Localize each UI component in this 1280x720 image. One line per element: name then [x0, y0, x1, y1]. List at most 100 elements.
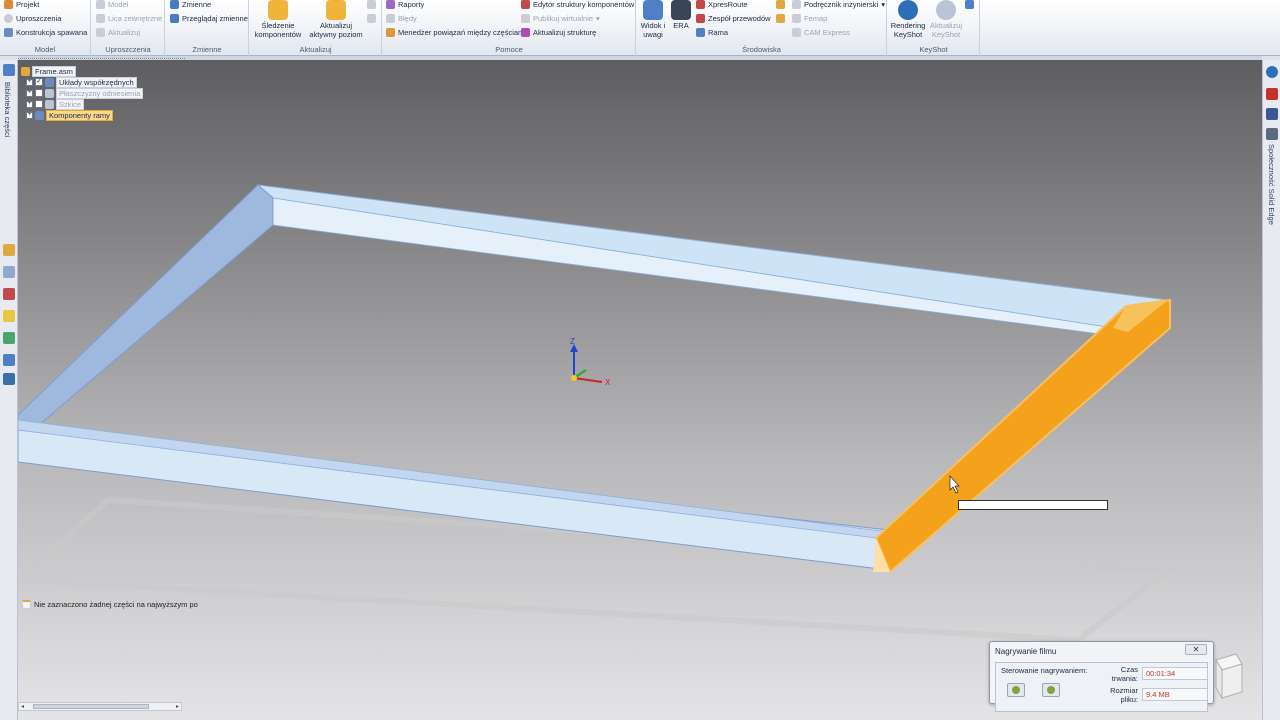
- small-tool-icon: [367, 0, 376, 9]
- tree-item-label: Szkice: [56, 98, 85, 110]
- env-small-2[interactable]: [776, 12, 785, 24]
- group-label-help: Pomoce: [495, 45, 523, 54]
- publish-virtual-button[interactable]: Publikuj wirtualnie ▾: [521, 12, 600, 24]
- movie-recording-dialog: Nagrywanie filmu ✕ Sterowanie nagrywanie…: [989, 641, 1214, 712]
- recording-title: Nagrywanie filmu: [995, 647, 1057, 656]
- keyshot-update-button[interactable]: Aktualizuj KeyShot: [926, 0, 966, 39]
- sensors-icon[interactable]: [3, 332, 15, 344]
- inter-part-manager-button[interactable]: Menedżer powiązań między częściami: [386, 26, 526, 38]
- weldment-button[interactable]: Konstrukcja spawana: [4, 26, 87, 38]
- tree-item-frame-components[interactable]: + Komponenty ramy: [26, 109, 113, 121]
- ribbon: Projekt Uproszczenia Konstrukcja spawana…: [0, 0, 1280, 56]
- harness-icon: [696, 13, 705, 23]
- tree-root[interactable]: Frame.asm: [21, 65, 76, 77]
- chevron-down-icon: ▾: [881, 0, 885, 9]
- update-small-1[interactable]: [367, 0, 376, 10]
- reports-button[interactable]: Raporty: [386, 0, 424, 10]
- tree-item-reference-planes[interactable]: + Płaszczyzny odniesienia: [26, 87, 144, 99]
- update-structure-button[interactable]: Aktualizuj strukturę: [521, 26, 596, 38]
- keyshot-render-button[interactable]: Rendering KeyShot: [888, 0, 928, 39]
- expand-icon[interactable]: +: [26, 78, 33, 86]
- group-label-variables: Zmienne: [192, 45, 222, 54]
- pathfinder-scrollbar[interactable]: ◂ ▸: [18, 702, 182, 711]
- era-button[interactable]: ERA: [669, 0, 693, 30]
- 3d-viewport[interactable]: Z X Frame.asm + ✓ Układy współrzędnych +…: [18, 60, 1262, 720]
- track-components-button[interactable]: Śledzenie komponentów: [252, 0, 304, 39]
- tree-item-label: Układy współrzędnych: [56, 76, 137, 88]
- help-icon[interactable]: [1266, 66, 1278, 78]
- frame-model[interactable]: Z X: [18, 60, 1262, 720]
- femap-button[interactable]: Femap: [792, 12, 827, 24]
- scroll-left-icon[interactable]: ◂: [21, 703, 24, 710]
- close-button[interactable]: ✕: [1185, 644, 1207, 655]
- expand-icon[interactable]: +: [26, 89, 33, 97]
- frame-member-left[interactable]: [18, 184, 274, 433]
- ribbon-group-update: Śledzenie komponentów Aktualizuj aktywny…: [250, 0, 382, 56]
- simplify-model-button[interactable]: Model: [96, 0, 128, 10]
- engineering-handbook-button[interactable]: Podręcznik inżynierski ▾: [792, 0, 885, 10]
- checkbox-checked[interactable]: ✓: [35, 78, 43, 86]
- view-markup-button[interactable]: Widok i uwagi: [639, 0, 667, 39]
- view-markup-icon: [643, 0, 663, 20]
- ribbon-group-keyshot: Rendering KeyShot Aktualizuj KeyShot Key…: [888, 0, 980, 56]
- frame-member-right-selected[interactable]: [874, 298, 1171, 574]
- checkbox[interactable]: [35, 89, 43, 97]
- ribbon-group-variables: Zmienne Przeglądaj zmienne Zmienne: [166, 0, 249, 56]
- update-active-level-button[interactable]: Aktualizuj aktywny poziom: [306, 0, 366, 39]
- triad-x-axis: [573, 377, 603, 383]
- errors-button[interactable]: Błędy: [386, 12, 417, 24]
- publish-icon: [521, 13, 530, 23]
- panel-grip[interactable]: [18, 56, 185, 59]
- view-cube-front[interactable]: [1221, 663, 1243, 699]
- inter-part-icon: [386, 27, 395, 37]
- variables-button[interactable]: Zmienne: [170, 0, 211, 10]
- stop-button[interactable]: [1042, 683, 1060, 697]
- tree-item-sketches[interactable]: + Szkice: [26, 98, 85, 110]
- keyshot-small-button[interactable]: [965, 0, 974, 10]
- expand-icon[interactable]: +: [26, 100, 33, 108]
- xpresroute-button[interactable]: XpresRoute: [696, 0, 748, 10]
- community-icon[interactable]: [1266, 128, 1278, 140]
- simplify-update-button[interactable]: Aktualizuj: [96, 26, 140, 38]
- sketch-icon: [45, 99, 54, 109]
- structure-editor-button[interactable]: Edytor struktury komponentów: [521, 0, 634, 10]
- tree-item-coordinate-systems[interactable]: + ✓ Układy współrzędnych: [26, 76, 137, 88]
- view-cube[interactable]: [1210, 650, 1250, 710]
- harness-button[interactable]: Zespół przewodów: [696, 12, 771, 24]
- frame-member-back[interactable]: [256, 184, 1170, 329]
- stop-icon: [1047, 686, 1055, 694]
- engineering-handbook-small[interactable]: [776, 0, 785, 10]
- group-label-environments: Środowiska: [742, 45, 781, 54]
- parts-library-icon[interactable]: [3, 64, 15, 76]
- expand-icon[interactable]: +: [26, 111, 33, 119]
- cam-express-button[interactable]: CAM Express: [792, 26, 850, 38]
- keyshot-small-icon: [965, 0, 974, 9]
- frame-button[interactable]: Rama: [696, 26, 728, 38]
- duration-label: Czas trwania:: [1111, 665, 1138, 683]
- youtube-icon[interactable]: [1266, 88, 1278, 100]
- scroll-right-icon[interactable]: ▸: [176, 703, 179, 710]
- pause-button[interactable]: [1007, 683, 1025, 697]
- tooltip-box: [958, 500, 1108, 510]
- scroll-thumb[interactable]: [33, 704, 149, 709]
- layers-icon[interactable]: [3, 266, 15, 278]
- family-icon[interactable]: [3, 354, 15, 366]
- relations-icon[interactable]: [3, 373, 15, 385]
- femap-icon: [792, 13, 801, 23]
- simplifications-button[interactable]: Uproszczenia: [4, 12, 61, 24]
- community-tab[interactable]: Społeczność Solid Edge: [1267, 144, 1276, 225]
- select-tools-icon[interactable]: [3, 288, 15, 300]
- facebook-icon[interactable]: [1266, 108, 1278, 120]
- checkbox[interactable]: [35, 100, 43, 108]
- update-structure-icon: [521, 27, 530, 37]
- triad-z-label: Z: [570, 337, 575, 346]
- update-small-2[interactable]: [367, 12, 376, 24]
- pathfinder-icon[interactable]: [3, 244, 15, 256]
- outer-faces-button[interactable]: Lica zewnętrzne: [96, 12, 162, 24]
- project-button[interactable]: Projekt: [4, 0, 39, 10]
- tool-icon: [776, 13, 785, 23]
- features-icon[interactable]: [3, 310, 15, 322]
- ribbon-group-environments: Widok i uwagi ERA XpresRoute Zespół prze…: [637, 0, 887, 56]
- browse-variables-button[interactable]: Przeglądaj zmienne: [170, 12, 248, 24]
- parts-library-tab[interactable]: Biblioteka części: [3, 82, 12, 137]
